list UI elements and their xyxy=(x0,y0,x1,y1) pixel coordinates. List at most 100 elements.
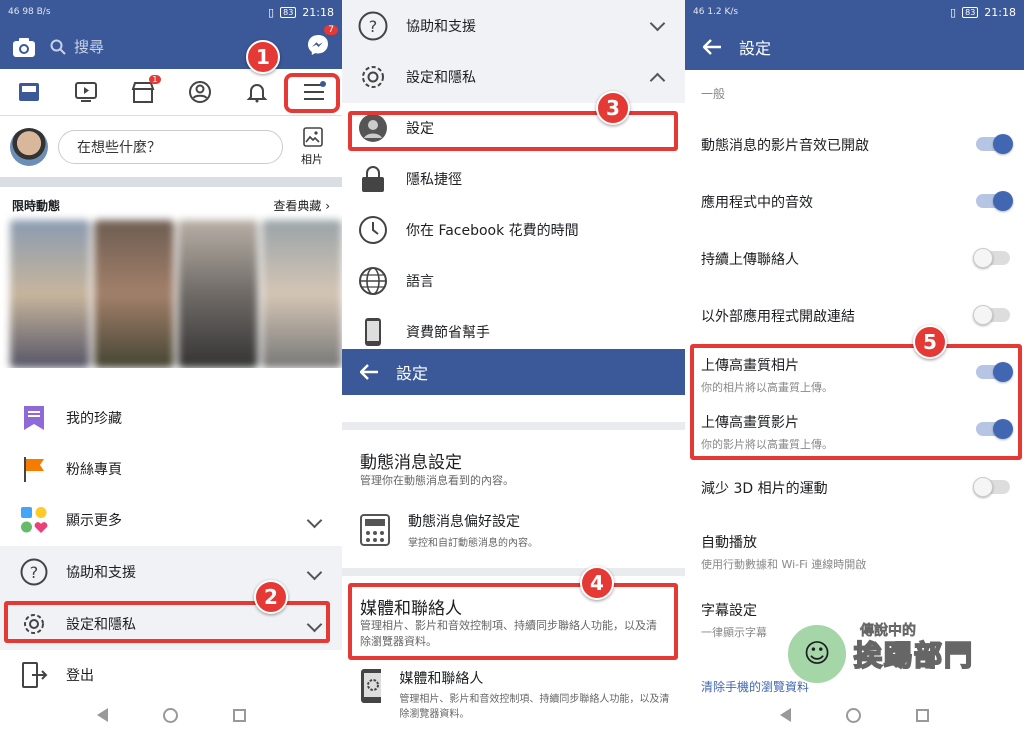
globe-icon xyxy=(359,267,387,295)
menu-item-help[interactable]: ? 協助和支援 xyxy=(342,0,685,52)
status-bar: 46 1.2 K/s ▯ 83 21:18 xyxy=(685,0,1024,24)
phone-settings-icon xyxy=(361,669,382,703)
settings-header: 設定 xyxy=(342,349,685,395)
flag-icon xyxy=(24,457,44,482)
menu-item-time-on-facebook[interactable]: 你在 Facebook 花費的時間 xyxy=(342,204,685,256)
messenger-button[interactable]: 7 xyxy=(306,24,338,61)
menu-item-help[interactable]: ? 協助和支援 xyxy=(0,546,342,598)
toggle-switch[interactable] xyxy=(973,305,1010,325)
stories-title: 限時動態 xyxy=(12,199,61,213)
recents-icon[interactable] xyxy=(916,708,929,722)
media-contacts-item[interactable]: 媒體和聯絡人 管理相片、影片和音效控制項、持續同步聯絡人功能，以及清除瀏覽器資料… xyxy=(360,668,679,722)
back-icon[interactable] xyxy=(96,708,108,722)
vibrate-icon: ▯ xyxy=(950,5,957,19)
phone-icon xyxy=(365,318,381,346)
toggle-switch[interactable] xyxy=(973,477,1010,497)
newsfeed-preferences-item[interactable]: 動態消息偏好設定 掌控和自訂動態消息的內容。 xyxy=(360,508,685,552)
autoplay-sub: 使用行動數據和 Wi-Fi 連線時開啟 xyxy=(701,558,867,571)
status-time: 21:18 xyxy=(984,5,1016,19)
highlight-media-contacts xyxy=(348,583,678,660)
avatar xyxy=(10,128,48,166)
svg-text:?: ? xyxy=(369,17,378,36)
callout-2: 2 xyxy=(254,580,288,614)
back-arrow-icon[interactable] xyxy=(360,364,378,380)
setting-row[interactable]: 減少 3D 相片的運動 xyxy=(685,477,1024,498)
menu-item-see-more[interactable]: 顯示更多 xyxy=(0,494,342,546)
toggle-switch[interactable] xyxy=(976,191,1013,211)
newsfeed-settings-sub: 管理你在動態消息看到的內容。 xyxy=(360,474,514,487)
watermark-face-icon: ☺ xyxy=(786,623,848,685)
setting-row[interactable]: 應用程式中的音效 xyxy=(685,191,1024,212)
menu-item-settings-privacy[interactable]: 設定和隱私 xyxy=(342,51,685,103)
highlight-menu-button xyxy=(284,73,340,113)
tab-news-feed[interactable] xyxy=(17,81,41,103)
watermark-small-text: 傳說中的 xyxy=(860,623,917,640)
watermark: ☺ 挨踢部門 傳說中的 xyxy=(786,614,1016,694)
logout-icon xyxy=(22,662,48,688)
menu-item-privacy-shortcuts[interactable]: 隱私捷徑 xyxy=(342,153,685,205)
composer: 在想些什麼？ 相片 xyxy=(0,117,342,177)
back-icon[interactable] xyxy=(780,708,791,722)
setting-row[interactable]: 持續上傳聯絡人 xyxy=(685,248,1024,269)
messenger-badge: 7 xyxy=(324,24,338,35)
tab-profile[interactable] xyxy=(188,81,212,103)
setting-row[interactable]: 動態消息的影片音效已開啟 xyxy=(685,134,1024,155)
divider xyxy=(342,568,685,576)
panel-general-settings: 46 1.2 K/s ▯ 83 21:18 設定 一般 動態消息的影片音效已開啟 應… xyxy=(685,0,1024,733)
panel-facebook-home: 46 98 B/s ▯ 83 21:18 搜尋 7 1 1 在想些什麼？ 相片 限時… xyxy=(0,0,342,733)
android-nav-bar xyxy=(685,697,1024,733)
watermark-text: 挨踢部門 xyxy=(853,638,975,673)
bookmark-icon xyxy=(24,406,44,430)
media-contacts-item-title: 媒體和聯絡人 xyxy=(399,671,484,687)
menu-item-language[interactable]: 語言 xyxy=(342,255,685,307)
callout-4: 4 xyxy=(580,566,614,600)
stories-archive-link[interactable]: 查看典藏 › xyxy=(273,197,330,214)
highlight-settings xyxy=(348,111,678,151)
bell-icon xyxy=(246,84,267,103)
stories-strip[interactable] xyxy=(10,220,342,368)
battery-icon: 83 xyxy=(280,6,297,18)
status-signal: 46 98 B/s xyxy=(8,7,51,17)
android-nav-bar xyxy=(0,697,342,733)
story-card[interactable] xyxy=(262,220,342,368)
chevron-down-icon xyxy=(306,564,323,580)
toggle-switch[interactable] xyxy=(976,134,1013,154)
newsfeed-preferences-icon xyxy=(360,514,390,546)
question-icon: ? xyxy=(20,558,48,586)
newsfeed-preferences-sub: 掌控和自訂動態消息的內容。 xyxy=(408,538,538,549)
autoplay-row[interactable]: 自動播放 使用行動數據和 Wi-Fi 連線時開啟 xyxy=(685,532,1024,572)
news-feed-icon xyxy=(18,83,39,101)
story-card[interactable] xyxy=(178,220,258,368)
setting-row[interactable]: 以外部應用程式開啟連結 xyxy=(685,305,1024,326)
photo-button[interactable]: 相片 xyxy=(301,127,323,167)
recents-icon[interactable] xyxy=(232,708,246,722)
menu-item-saved[interactable]: 我的珍藏 xyxy=(0,392,342,444)
home-icon[interactable] xyxy=(162,707,178,723)
back-arrow-icon[interactable] xyxy=(703,39,721,55)
menu-item-label: 粉絲專頁 xyxy=(66,462,122,478)
toggle-switch[interactable] xyxy=(973,248,1010,268)
status-time: 21:18 xyxy=(302,5,334,19)
search-placeholder: 搜尋 xyxy=(74,38,105,56)
callout-1: 1 xyxy=(246,40,280,74)
vibrate-icon: ▯ xyxy=(268,5,275,19)
story-card[interactable] xyxy=(94,220,174,368)
newsfeed-preferences-title: 動態消息偏好設定 xyxy=(408,514,520,530)
photo-label: 相片 xyxy=(301,153,323,166)
menu-item-pages[interactable]: 粉絲專頁 xyxy=(0,443,342,495)
media-contacts-item-sub: 管理相片、影片和音效控制項、持續同步聯絡人功能，以及清除瀏覽器資料。 xyxy=(399,694,670,720)
battery-icon: 83 xyxy=(962,6,979,18)
tab-watch[interactable] xyxy=(74,81,98,103)
menu-item-logout[interactable]: 登出 xyxy=(0,649,342,701)
home-icon[interactable] xyxy=(846,707,861,723)
callout-3: 3 xyxy=(596,91,630,125)
profile-icon xyxy=(188,81,211,103)
header-title: 設定 xyxy=(739,39,772,58)
tab-notifications[interactable] xyxy=(245,81,269,103)
menu-item-label: 我的珍藏 xyxy=(66,411,122,427)
tab-marketplace[interactable]: 1 xyxy=(131,75,161,103)
camera-icon[interactable] xyxy=(12,36,36,58)
status-input[interactable]: 在想些什麼？ xyxy=(58,130,283,164)
story-card[interactable] xyxy=(10,220,90,368)
menu-item-label: 隱私捷徑 xyxy=(406,172,462,188)
